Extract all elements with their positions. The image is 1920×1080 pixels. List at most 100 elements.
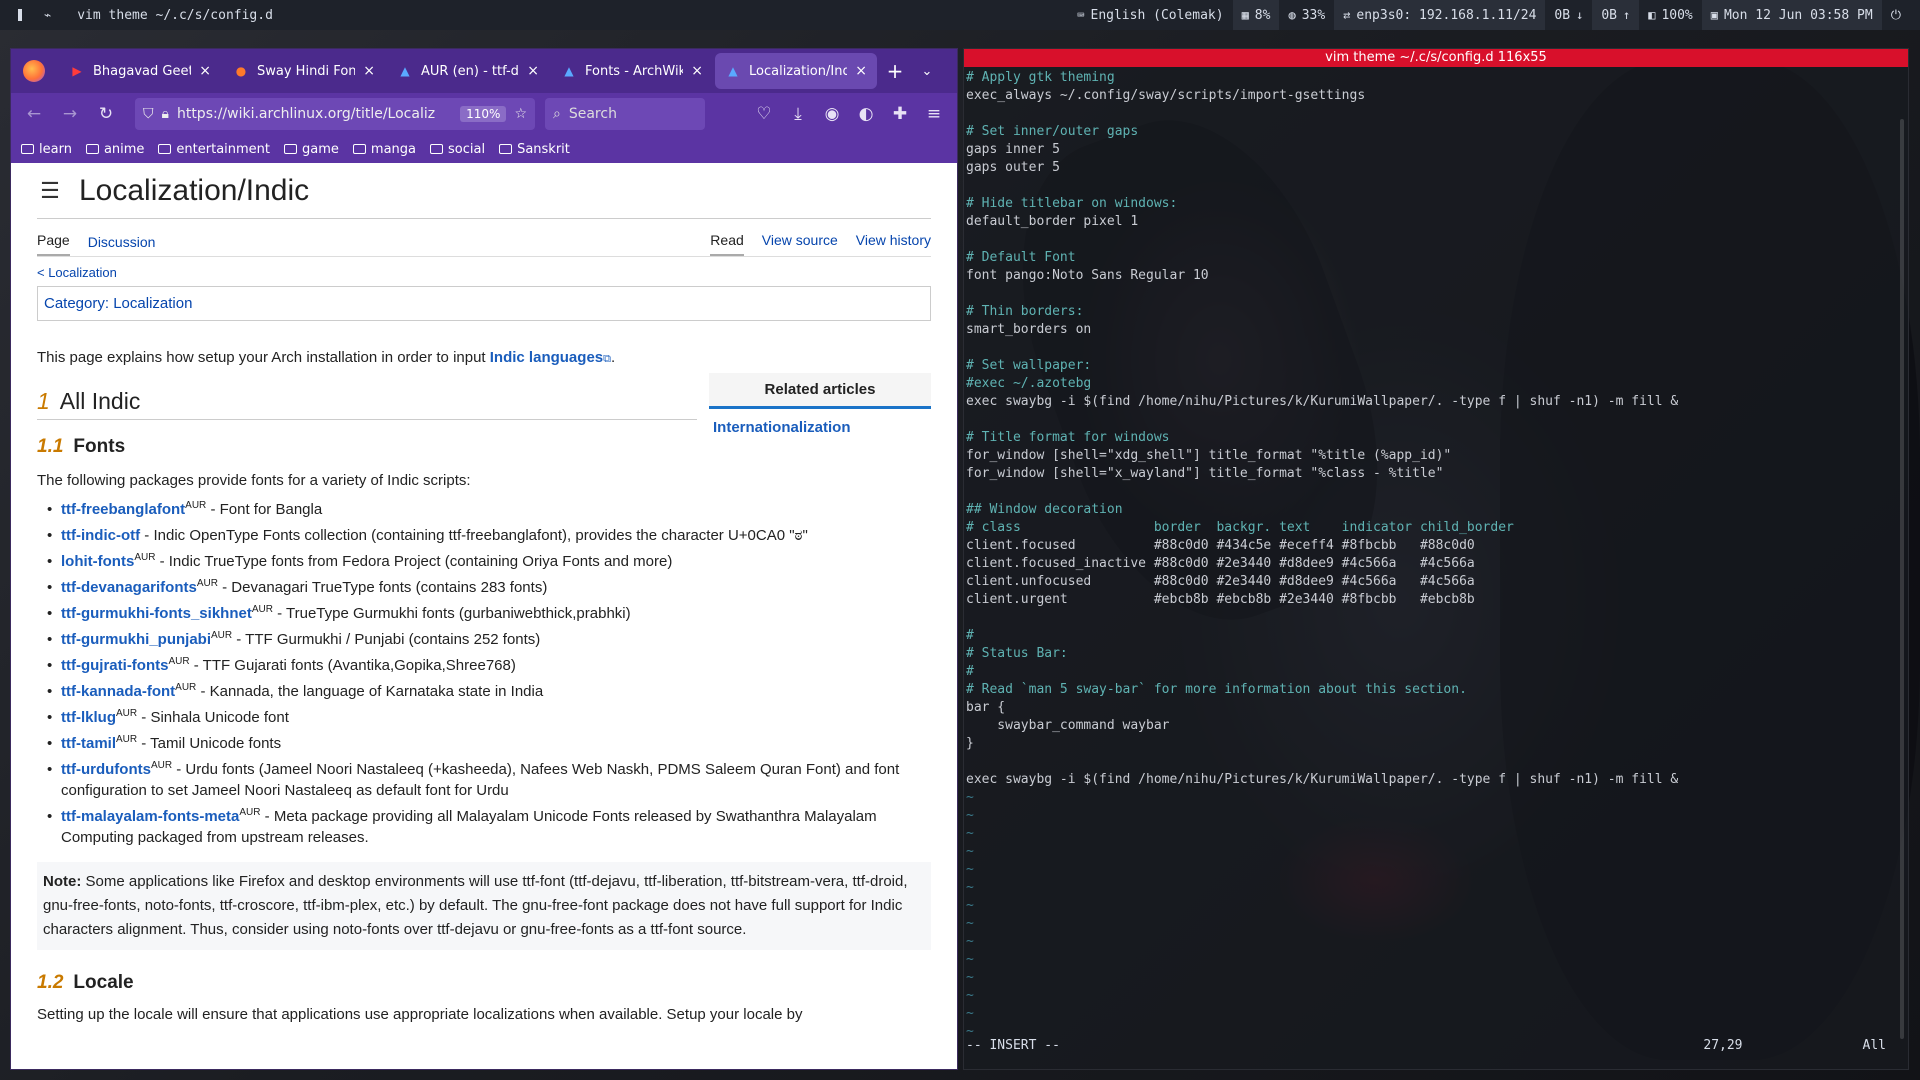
bookmark-folder[interactable]: social (430, 142, 485, 157)
close-tab-icon[interactable]: × (691, 63, 703, 79)
lock-icon[interactable]: 🔒︎ (162, 106, 169, 122)
breadcrumb[interactable]: < Localization (37, 265, 931, 280)
package-link[interactable]: ttf-urdufonts (61, 761, 151, 778)
note-label: Note: (43, 872, 82, 890)
close-tab-icon[interactable]: × (363, 63, 375, 79)
browser-tab[interactable]: ● Sway Hindi Font × (223, 53, 385, 89)
related-article-link[interactable]: Internationalization (709, 409, 931, 446)
back-button[interactable]: ← (19, 99, 49, 129)
aur-badge[interactable]: AUR (197, 578, 218, 589)
bookmark-folder[interactable]: entertainment (158, 142, 270, 157)
status-bar: ⌁ vim theme ~/.c/s/config.d ⌨ English (Co… (0, 0, 1920, 30)
terminal-title: vim theme ~/.c/s/config.d 116x55 (964, 49, 1908, 67)
extension-mask-icon[interactable]: ◐ (851, 99, 881, 129)
note-box: Note: Some applications like Firefox and… (37, 861, 931, 950)
aur-badge[interactable]: AUR (175, 682, 196, 693)
browser-tab[interactable]: ▲ AUR (en) - ttf-dev × (387, 53, 549, 89)
toc-menu-icon[interactable]: ☰ (37, 178, 63, 204)
focused-window-title: vim theme ~/.c/s/config.d (77, 7, 273, 23)
aur-badge[interactable]: AUR (252, 604, 273, 615)
cpu-indicator[interactable]: ◍ 33% (1279, 0, 1334, 30)
indic-languages-link[interactable]: Indic languages (490, 349, 603, 366)
aur-badge[interactable]: AUR (134, 552, 155, 563)
terminal-icon[interactable]: ⌁ (36, 8, 59, 22)
browser-tab[interactable]: ▲ Localization/Indic × (715, 53, 877, 89)
volume-indicator[interactable]: ◧ 100% (1639, 0, 1702, 30)
package-link[interactable]: ttf-gurmukhi_punjabi (61, 631, 211, 648)
vim-line: ~ (966, 862, 974, 877)
list-item: ttf-gujrati-fontsAUR - TTF Gujarati font… (47, 655, 931, 676)
category-label[interactable]: Category: (44, 295, 109, 312)
firefox-logo-icon[interactable] (23, 60, 45, 82)
tab-discussion[interactable]: Discussion (88, 228, 156, 256)
pocket-icon[interactable]: ♡ (749, 99, 779, 129)
network-indicator[interactable]: ⇄ enp3s0: 192.168.1.11/24 (1334, 0, 1546, 30)
category-link[interactable]: Localization (113, 295, 192, 312)
close-tab-icon[interactable]: × (527, 63, 539, 79)
tab-view-source[interactable]: View source (762, 226, 838, 256)
close-tab-icon[interactable]: × (855, 63, 867, 79)
bookmark-folder[interactable]: game (284, 142, 339, 157)
bookmark-folder[interactable]: manga (352, 142, 416, 157)
download-indicator[interactable]: 0B ↓ (1545, 0, 1592, 30)
package-link[interactable]: ttf-freebanglafont (61, 501, 185, 518)
vim-line: ~ (966, 952, 974, 967)
upload-indicator[interactable]: 0B ↑ (1592, 0, 1640, 30)
downloads-icon[interactable]: ⤓ (783, 99, 813, 129)
aur-badge[interactable]: AUR (185, 500, 206, 511)
aur-badge[interactable]: AUR (116, 734, 137, 745)
reload-button[interactable]: ↻ (91, 99, 121, 129)
tab-page[interactable]: Page (37, 226, 70, 256)
zoom-level-badge[interactable]: 110% (460, 106, 507, 122)
bookmark-star-icon[interactable]: ☆ (514, 106, 527, 122)
package-link[interactable]: ttf-malayalam-fonts-meta (61, 808, 239, 825)
vim-line: exec swaybg -i $(find /home/nihu/Picture… (966, 394, 1679, 409)
aur-badge[interactable]: AUR (239, 807, 260, 818)
app-menu-icon[interactable]: ≡ (919, 99, 949, 129)
account-icon[interactable]: ◉ (817, 99, 847, 129)
package-link[interactable]: ttf-devanagarifonts (61, 579, 197, 596)
aur-badge[interactable]: AUR (211, 630, 232, 641)
search-input[interactable]: ⌕ Search (545, 98, 705, 130)
browser-tab[interactable]: ▶ Bhagavad Geeta × (59, 53, 221, 89)
package-description: - Indic TrueType fonts from Fedora Proje… (155, 552, 673, 570)
vim-line: bar { (966, 700, 1006, 715)
new-tab-button[interactable]: + (879, 59, 911, 83)
aur-badge[interactable]: AUR (116, 708, 137, 719)
package-link[interactable]: ttf-indic-otf (61, 527, 140, 544)
forward-button[interactable]: → (55, 99, 85, 129)
vim-line (966, 285, 1906, 303)
vim-line: # Thin borders: (966, 304, 1084, 319)
url-text[interactable]: https://wiki.archlinux.org/title/Localiz (177, 106, 452, 122)
shield-icon[interactable]: ⛉ (143, 106, 154, 122)
package-link[interactable]: ttf-gurmukhi-fonts_sikhnet (61, 605, 252, 622)
terminal-window[interactable]: vim theme ~/.c/s/config.d 116x55 # Apply… (963, 48, 1909, 1070)
clock-indicator[interactable]: ▣ Mon 12 Jun 03:58 PM (1701, 0, 1882, 30)
aur-badge[interactable]: AUR (151, 760, 172, 771)
terminal-scrollbar[interactable] (1900, 119, 1904, 1039)
tab-read[interactable]: Read (710, 226, 744, 256)
bookmark-folder[interactable]: anime (85, 142, 144, 157)
list-tabs-button[interactable]: ⌄ (911, 64, 943, 79)
package-link[interactable]: ttf-gujrati-fonts (61, 657, 168, 674)
power-icon[interactable]: ⏻ (1882, 0, 1910, 30)
package-link[interactable]: ttf-lklug (61, 709, 116, 726)
tab-label: Localization/Indic (749, 63, 847, 79)
keyboard-indicator[interactable]: ⌨ English (Colemak) (1068, 0, 1232, 30)
aur-badge[interactable]: AUR (168, 656, 189, 667)
url-bar[interactable]: ⛉ 🔒︎ https://wiki.archlinux.org/title/Lo… (135, 98, 535, 130)
vim-statusline: -- INSERT -- 27,29 All (966, 1037, 1906, 1055)
memory-indicator[interactable]: ▦ 8% (1232, 0, 1280, 30)
bookmark-folder[interactable]: learn (21, 142, 72, 157)
vim-line: ~ (966, 898, 974, 913)
extensions-icon[interactable]: ✚ (885, 99, 915, 129)
package-link[interactable]: ttf-kannada-font (61, 683, 175, 700)
reddit-icon: ● (235, 64, 247, 78)
vim-buffer[interactable]: # Apply gtk theming exec_always ~/.config… (964, 67, 1908, 1043)
tab-view-history[interactable]: View history (856, 226, 931, 256)
close-tab-icon[interactable]: × (199, 63, 211, 79)
browser-tab[interactable]: ▲ Fonts - ArchWiki × (551, 53, 713, 89)
package-link[interactable]: ttf-tamil (61, 735, 116, 752)
package-link[interactable]: lohit-fonts (61, 553, 134, 570)
bookmark-folder[interactable]: Sanskrit (499, 142, 570, 157)
